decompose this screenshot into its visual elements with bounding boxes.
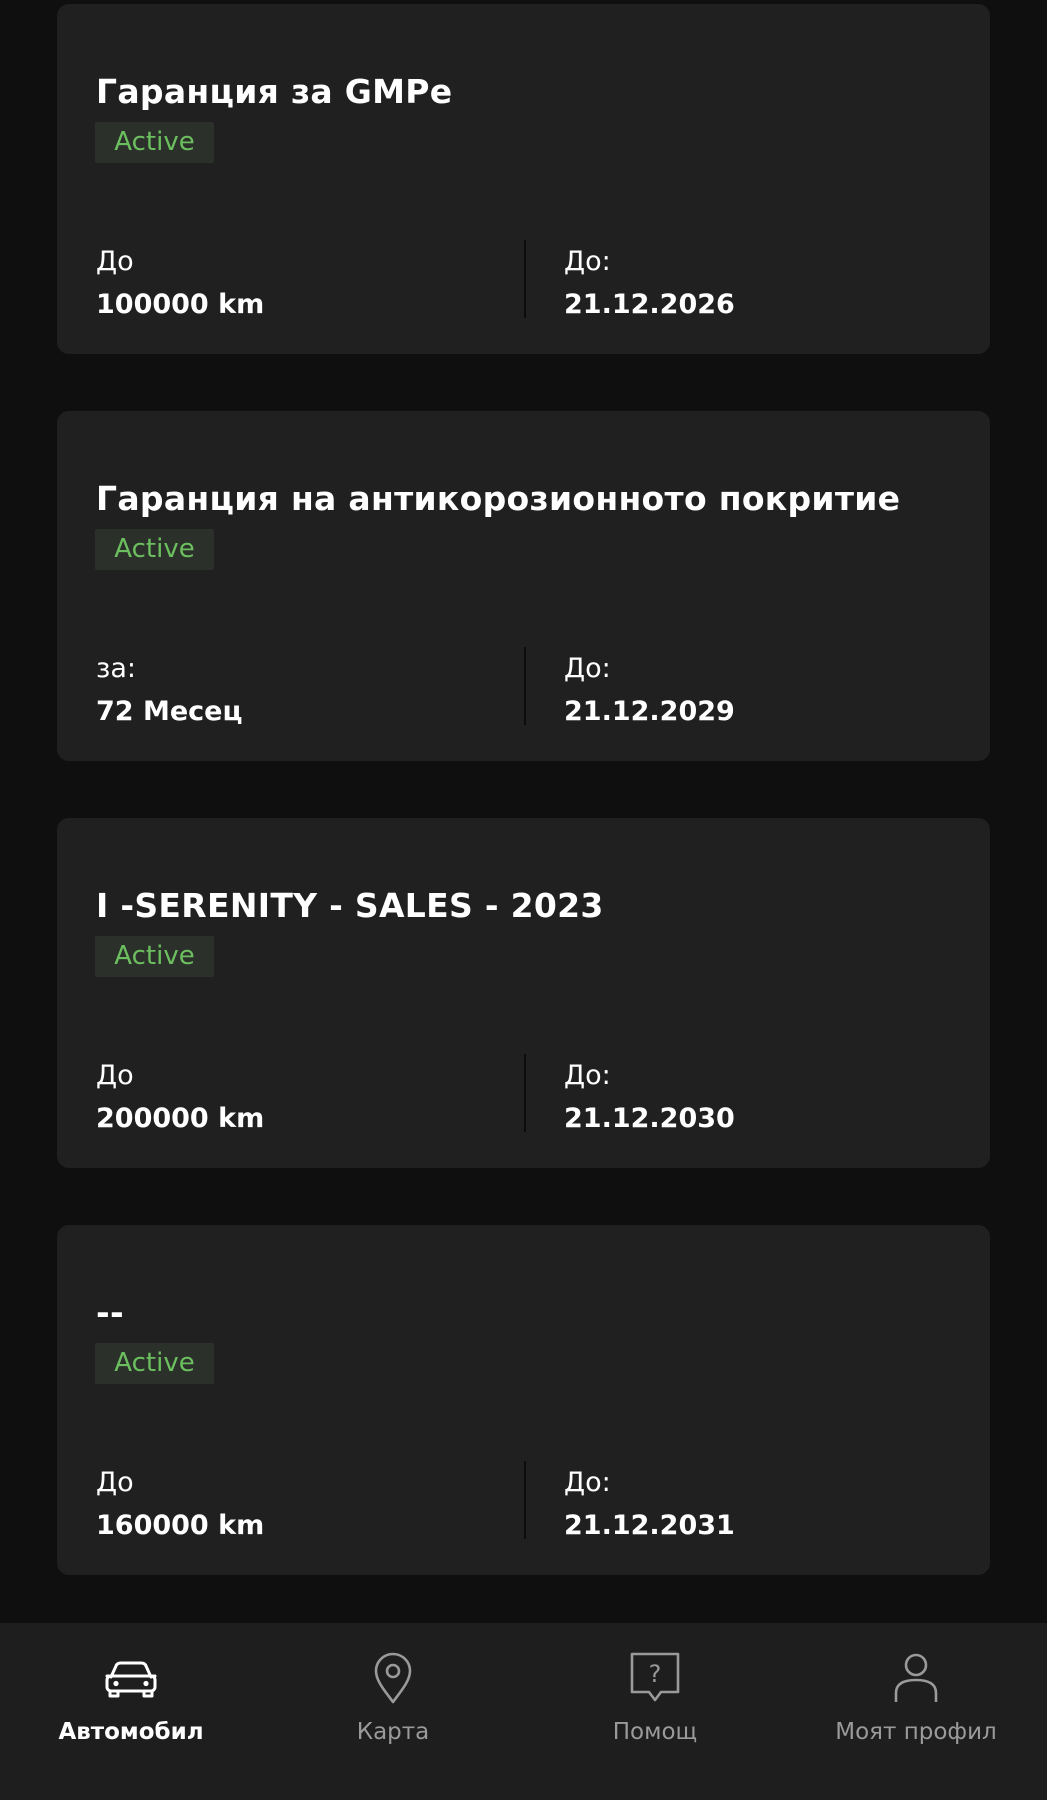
svg-text:?: ? [649, 1660, 662, 1688]
limit-label: за: [96, 653, 136, 684]
expiry-label: До: [564, 246, 611, 277]
limit-label: До [96, 1467, 134, 1498]
warranty-screen: Гаранция за GMPe Active До 100000 km До:… [0, 0, 1047, 1800]
warranty-card[interactable]: Гаранция за GMPe Active До 100000 km До:… [57, 4, 990, 354]
warranty-limit: До 200000 km [96, 1058, 264, 1134]
nav-label: Помощ [612, 1719, 698, 1745]
nav-label: Карта [356, 1719, 430, 1745]
column-divider [524, 240, 526, 318]
column-divider [524, 1054, 526, 1132]
limit-label: До [96, 246, 134, 277]
profile-icon [894, 1653, 938, 1702]
status-badge: Active [95, 1343, 214, 1384]
expiry-date: 21.12.2031 [564, 1510, 735, 1541]
limit-value: 160000 km [96, 1510, 265, 1541]
warranty-title: I -SERENITY - SALES - 2023 [96, 886, 604, 925]
warranty-title: Гаранция за GMPe [96, 72, 453, 111]
help-icon: ? [630, 1652, 680, 1702]
status-badge: Active [95, 122, 214, 163]
map-pin-icon [374, 1652, 412, 1704]
warranty-expiry: До: 21.12.2031 [564, 1465, 735, 1541]
car-icon [105, 1661, 157, 1698]
expiry-date: 21.12.2026 [564, 289, 735, 320]
warranty-expiry: До: 21.12.2029 [564, 651, 735, 727]
column-divider [524, 647, 526, 725]
limit-label: До [96, 1060, 134, 1091]
warranty-title: Гаранция на антикорозионното покритие [96, 479, 901, 518]
status-badge: Active [95, 936, 214, 977]
column-divider [524, 1461, 526, 1539]
status-badge: Active [95, 529, 214, 570]
warranty-limit: за: 72 Месец [96, 651, 242, 727]
warranty-card[interactable]: Гаранция на антикорозионното покритие Ac… [57, 411, 990, 761]
nav-label: Автомобил [58, 1719, 204, 1745]
nav-label: Моят профил [835, 1719, 997, 1745]
expiry-label: До: [564, 653, 611, 684]
expiry-date: 21.12.2030 [564, 1103, 735, 1134]
nav-item-help[interactable]: ? Помощ [524, 1623, 786, 1800]
expiry-label: До: [564, 1060, 611, 1091]
bottom-navigation: Автомобил Карта ? Помощ Моят профил [0, 1623, 1047, 1800]
limit-value: 200000 km [96, 1103, 265, 1134]
warranty-expiry: До: 21.12.2026 [564, 244, 735, 320]
warranty-limit: До 160000 km [96, 1465, 264, 1541]
warranty-limit: До 100000 km [96, 244, 264, 320]
warranty-expiry: До: 21.12.2030 [564, 1058, 735, 1134]
warranty-card[interactable]: -- Active До 160000 km До: 21.12.2031 [57, 1225, 990, 1575]
nav-item-map[interactable]: Карта [262, 1623, 524, 1800]
limit-value: 100000 km [96, 289, 265, 320]
limit-value: 72 Месец [96, 696, 243, 727]
nav-item-profile[interactable]: Моят профил [785, 1623, 1047, 1800]
warranty-title: -- [96, 1293, 124, 1332]
expiry-date: 21.12.2029 [564, 696, 735, 727]
warranty-card[interactable]: I -SERENITY - SALES - 2023 Active До 200… [57, 818, 990, 1168]
nav-item-vehicle[interactable]: Автомобил [0, 1623, 262, 1800]
expiry-label: До: [564, 1467, 611, 1498]
